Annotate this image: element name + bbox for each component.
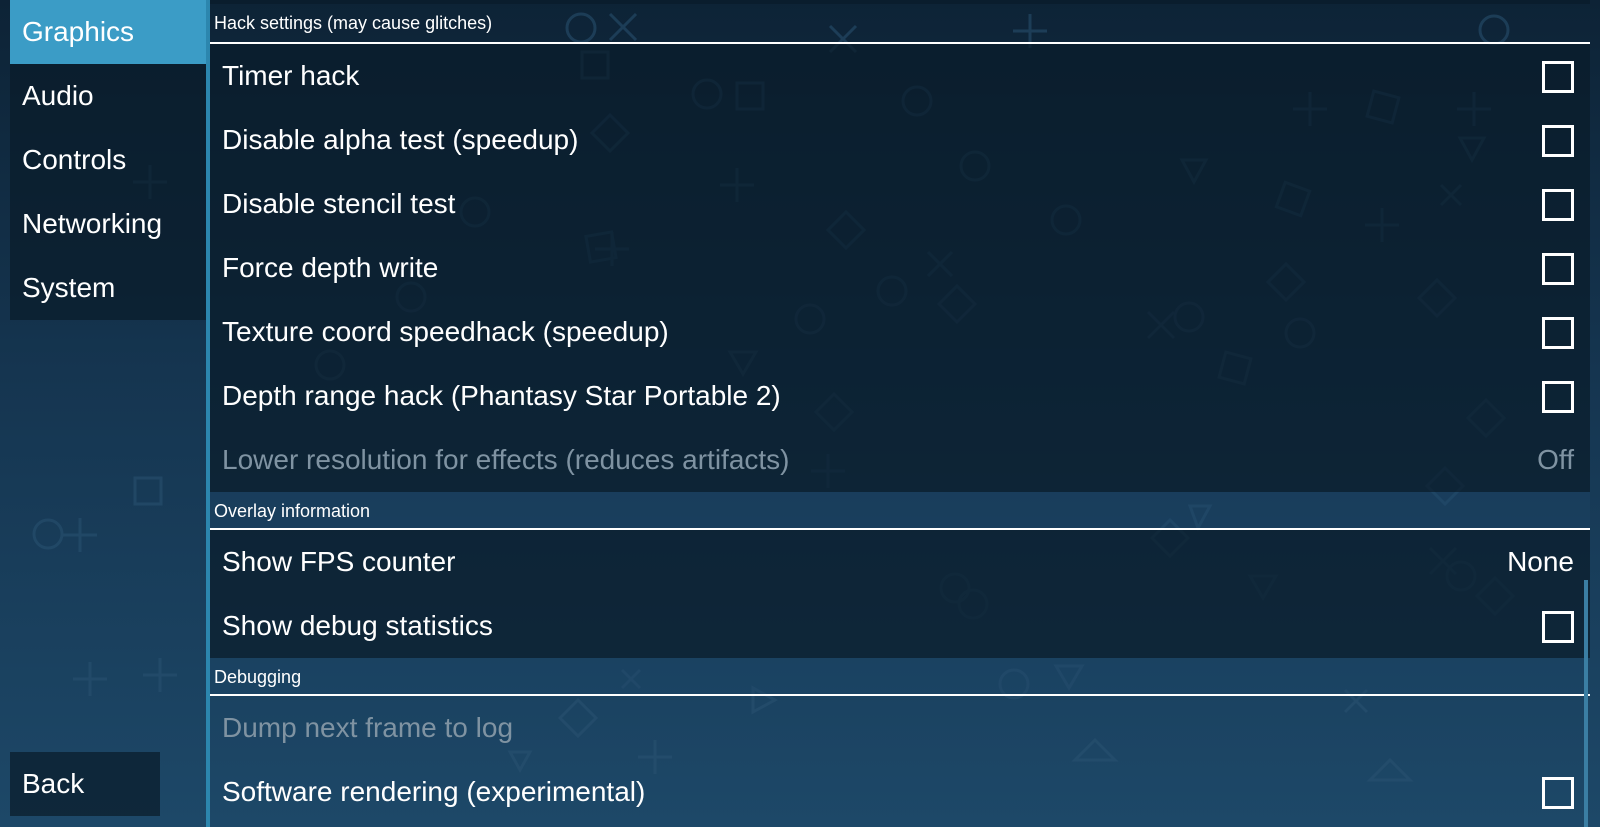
- show-debug-statistics-checkbox[interactable]: [1542, 611, 1574, 643]
- tab-system[interactable]: System: [10, 256, 206, 320]
- force-depth-write-checkbox[interactable]: [1542, 253, 1574, 285]
- setting-dump-next-frame: Dump next frame to log: [210, 696, 1590, 760]
- setting-software-rendering[interactable]: Software rendering (experimental): [210, 760, 1590, 824]
- category-sidebar: Graphics Audio Controls Networking Syste…: [10, 0, 206, 320]
- setting-label: Texture coord speedhack (speedup): [222, 316, 669, 347]
- tab-controls[interactable]: Controls: [10, 128, 206, 192]
- setting-depth-range-hack[interactable]: Depth range hack (Phantasy Star Portable…: [210, 364, 1590, 428]
- settings-list[interactable]: Hack settings (may cause glitches) Timer…: [210, 0, 1590, 827]
- setting-texture-coord-speedhack[interactable]: Texture coord speedhack (speedup): [210, 300, 1590, 364]
- setting-label: Lower resolution for effects (reduces ar…: [222, 444, 790, 475]
- section-header-overlay: Overlay information: [210, 492, 1590, 530]
- depth-range-hack-checkbox[interactable]: [1542, 381, 1574, 413]
- debugging-settings-group: Dump next frame to log Software renderin…: [210, 696, 1590, 824]
- software-rendering-checkbox[interactable]: [1542, 777, 1574, 809]
- setting-label: Depth range hack (Phantasy Star Portable…: [222, 380, 781, 411]
- setting-label: Software rendering (experimental): [222, 776, 646, 807]
- hack-settings-group: Timer hack Disable alpha test (speedup) …: [210, 44, 1590, 492]
- setting-label: Force depth write: [222, 252, 439, 283]
- setting-value: None: [1507, 546, 1574, 577]
- setting-show-debug-statistics[interactable]: Show debug statistics: [210, 594, 1590, 658]
- setting-lower-resolution-effects: Lower resolution for effects (reduces ar…: [210, 428, 1590, 492]
- disable-alpha-test-checkbox[interactable]: [1542, 125, 1574, 157]
- setting-value: Off: [1537, 444, 1574, 475]
- setting-force-depth-write[interactable]: Force depth write: [210, 236, 1590, 300]
- setting-label: Show debug statistics: [222, 610, 493, 641]
- setting-label: Show FPS counter: [222, 546, 456, 577]
- section-header-hacks: Hack settings (may cause glitches): [210, 4, 1590, 44]
- setting-disable-alpha-test[interactable]: Disable alpha test (speedup): [210, 108, 1590, 172]
- back-button[interactable]: Back: [10, 752, 160, 816]
- scrollbar[interactable]: [1584, 580, 1588, 827]
- texture-coord-speedhack-checkbox[interactable]: [1542, 317, 1574, 349]
- overlay-settings-group: Show FPS counter None Show debug statist…: [210, 530, 1590, 658]
- setting-label: Timer hack: [222, 60, 360, 91]
- setting-show-fps-counter[interactable]: Show FPS counter None: [210, 530, 1590, 594]
- setting-label: Dump next frame to log: [222, 712, 514, 743]
- setting-disable-stencil-test[interactable]: Disable stencil test: [210, 172, 1590, 236]
- tab-audio[interactable]: Audio: [10, 64, 206, 128]
- tab-graphics[interactable]: Graphics: [10, 0, 206, 64]
- disable-stencil-test-checkbox[interactable]: [1542, 189, 1574, 221]
- setting-label: Disable stencil test: [222, 188, 456, 219]
- timer-hack-checkbox[interactable]: [1542, 61, 1574, 93]
- section-header-debugging: Debugging: [210, 658, 1590, 696]
- setting-label: Disable alpha test (speedup): [222, 124, 579, 155]
- setting-timer-hack[interactable]: Timer hack: [210, 44, 1590, 108]
- tab-networking[interactable]: Networking: [10, 192, 206, 256]
